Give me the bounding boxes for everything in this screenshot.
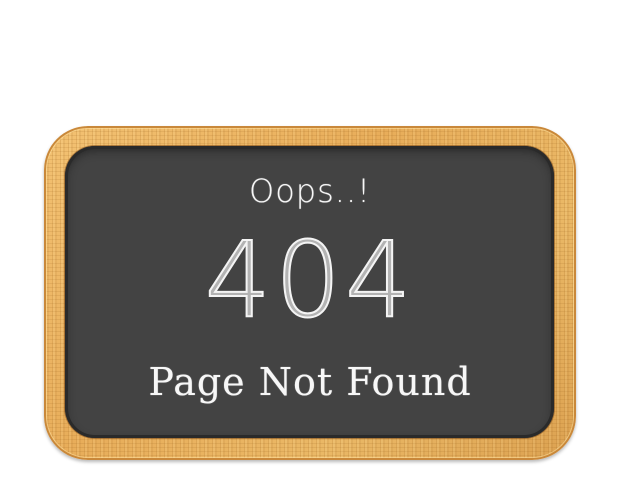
error-page: Oops..! 404 Page Not Found xyxy=(0,0,620,500)
error-code: 404 xyxy=(204,219,416,341)
oops-heading: Oops..! xyxy=(249,172,371,210)
error-message: Page Not Found xyxy=(148,360,472,404)
